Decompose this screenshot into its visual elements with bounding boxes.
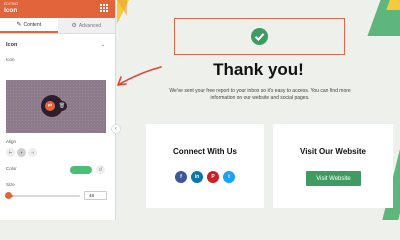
- section-header-icon[interactable]: Icon ⌄: [0, 38, 115, 52]
- panel-tabs: ✎ Content ⚙ Advanced: [0, 18, 115, 34]
- decor-shape-top-right-accent: [386, 0, 400, 10]
- decor-triangle-top-left-accent: [117, 0, 127, 16]
- align-control: ⊢ + ⊣: [6, 148, 37, 157]
- color-label: Color: [6, 166, 17, 171]
- color-swatch[interactable]: [70, 166, 92, 174]
- page-subtext: We've sent your free report to your inbo…: [169, 88, 351, 101]
- twitter-icon[interactable]: t: [223, 171, 235, 183]
- size-slider-track[interactable]: [6, 195, 80, 197]
- sliders-icon: ⚙: [71, 23, 77, 29]
- icon-field-label: Icon: [6, 57, 15, 62]
- editor-panel: EDITING Icon ✎ Content ⚙ Advanced Icon ⌄…: [0, 0, 116, 220]
- tab-advanced-label: Advanced: [78, 22, 102, 29]
- tab-content[interactable]: ✎ Content: [0, 18, 58, 33]
- panel-kicker: EDITING: [4, 2, 19, 6]
- section-title: Icon: [6, 42, 18, 48]
- align-center-icon[interactable]: +: [17, 148, 26, 157]
- chevron-down-icon: ⌄: [100, 42, 105, 48]
- pencil-icon: ✎: [16, 22, 22, 28]
- grid-menu-icon[interactable]: [100, 4, 108, 12]
- annotation-arrow-icon: [117, 66, 162, 86]
- trash-icon[interactable]: 🗑: [57, 101, 67, 111]
- size-label: Size: [6, 182, 15, 187]
- website-card: Visit Our Website Visit Website: [273, 124, 393, 208]
- panel-title: Icon: [4, 7, 18, 14]
- panel-header: EDITING Icon: [0, 0, 115, 18]
- color-reset-icon[interactable]: ↺: [96, 165, 105, 174]
- website-card-title: Visit Our Website: [300, 147, 366, 156]
- align-label: Align: [6, 139, 17, 144]
- swap-icon[interactable]: ⇄: [45, 101, 55, 111]
- align-left-icon[interactable]: ⊢: [6, 148, 15, 157]
- visit-website-button[interactable]: Visit Website: [306, 171, 361, 186]
- connect-card: Connect With Us f in P t: [146, 124, 264, 208]
- connect-card-title: Connect With Us: [173, 147, 237, 156]
- align-right-icon[interactable]: ⊣: [28, 148, 37, 157]
- tab-advanced[interactable]: ⚙ Advanced: [57, 18, 115, 33]
- selected-icon-block[interactable]: [174, 18, 345, 55]
- page-preview: Thank you! We've sent your free report t…: [117, 0, 400, 220]
- icon-preview[interactable]: ⇄ 🗑: [6, 80, 106, 133]
- size-slider-thumb[interactable]: [5, 192, 12, 199]
- check-icon: [251, 28, 268, 45]
- size-input[interactable]: 48: [84, 191, 107, 200]
- tab-content-label: Content: [23, 21, 42, 28]
- social-icons: f in P t: [146, 171, 264, 183]
- facebook-icon[interactable]: f: [175, 171, 187, 183]
- linkedin-icon[interactable]: in: [191, 171, 203, 183]
- pinterest-icon[interactable]: P: [207, 171, 219, 183]
